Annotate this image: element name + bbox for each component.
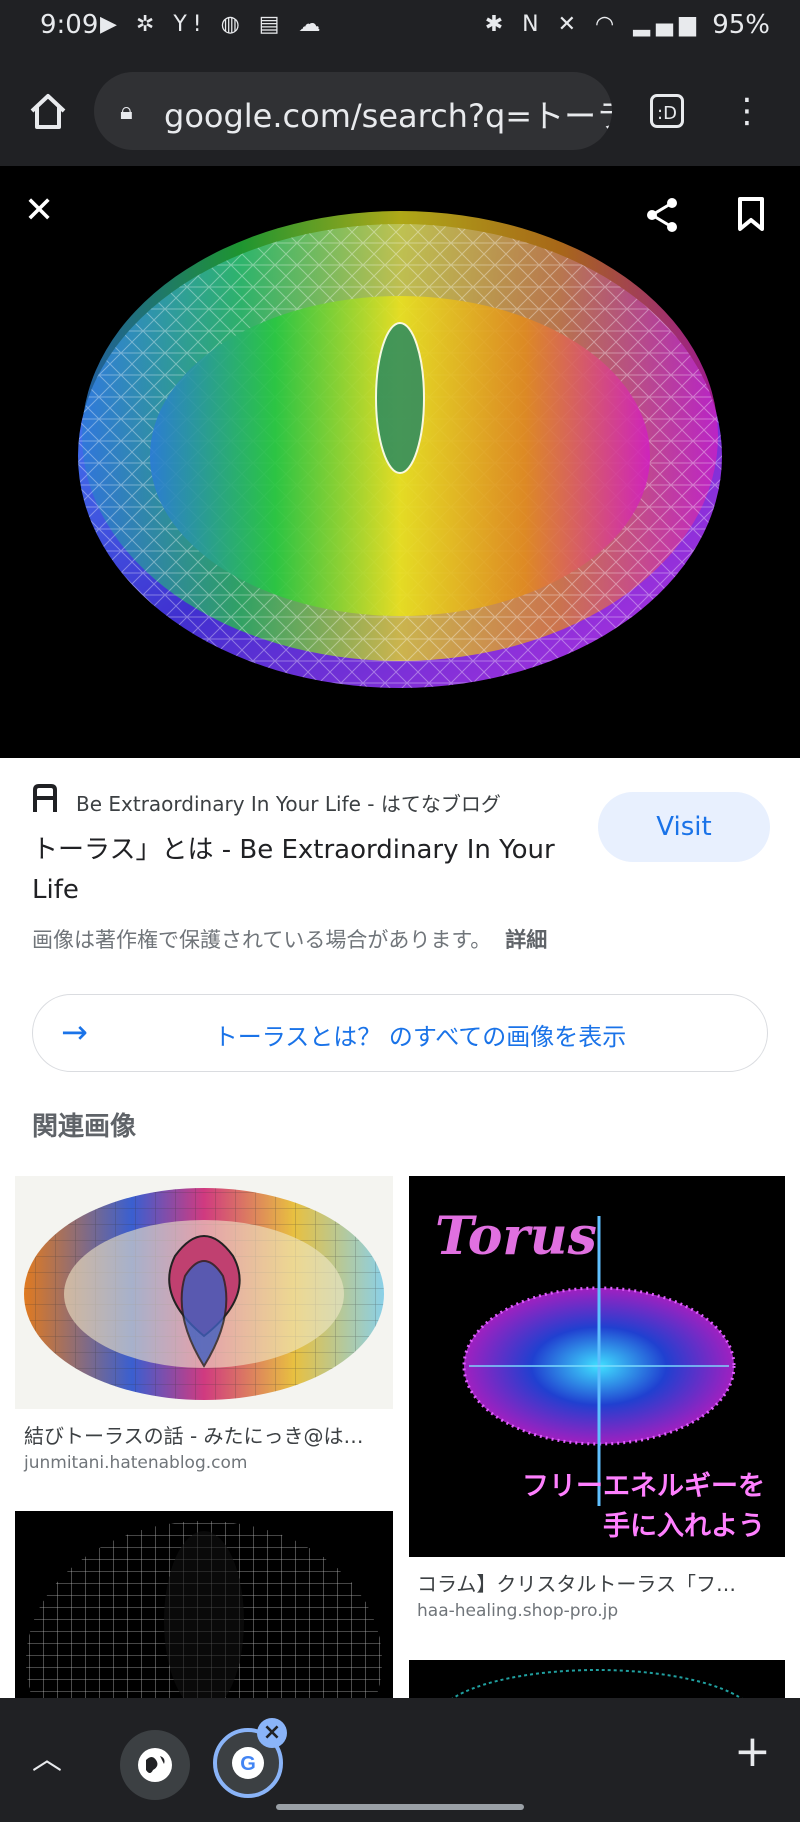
gesture-handle (276, 1804, 524, 1810)
svg-text:G: G (240, 1753, 256, 1775)
status-time: 9:09 (40, 10, 99, 40)
related-caption-1[interactable]: 結びトーラスの話 - みたにっき@は… (24, 1420, 394, 1449)
source-name[interactable]: Be Extraordinary In Your Life - はてなブログ (76, 788, 501, 817)
battery-level: 95% (712, 10, 770, 40)
related-thumb-4[interactable] (409, 1660, 785, 1698)
share-icon[interactable] (644, 196, 682, 234)
browser-toolbar: 🔒︎ google.com/search?q=トーラ :D ⋮ (0, 56, 800, 168)
related-domain-1: junmitani.hatenablog.com (24, 1453, 248, 1473)
related-thumb-knot-torus[interactable] (15, 1176, 393, 1409)
bookmark-icon[interactable] (736, 196, 766, 232)
new-tab-icon[interactable]: + (734, 1726, 771, 1777)
lock-icon: 🔒︎ (120, 97, 133, 125)
system-icons: ✱ N ✕ ◠ ▂▄▆ (484, 12, 702, 37)
home-icon[interactable] (28, 91, 68, 131)
image-viewer: ✕ (0, 166, 800, 758)
related-image-4 (451, 1669, 743, 1698)
torus-image-caption-2: 手に入れよう (603, 1511, 765, 1542)
tab-strip: ︿ G × + (0, 1698, 800, 1822)
view-all-label: トーラスとは？ のすべての画像を表示 (213, 1023, 627, 1051)
address-bar[interactable]: 🔒︎ google.com/search?q=トーラ (94, 72, 612, 150)
result-title[interactable]: トーラス」とは - Be Extraordinary In Your Life (32, 830, 572, 910)
status-bar: 9:09 ▶ ✲ Y! ◍ ▤ ☁ ✱ N ✕ ◠ ▂▄▆ 95% (0, 0, 800, 56)
visit-button[interactable]: Visit (598, 792, 770, 862)
torus-image (78, 211, 722, 688)
related-images-heading: 関連画像 (32, 1112, 137, 1142)
hatena-logo-icon (33, 784, 57, 812)
close-tab-icon[interactable]: × (257, 1718, 287, 1748)
notification-icons: ▶ ✲ Y! ◍ ▤ ☁ (100, 12, 327, 37)
copyright-notice: 画像は著作権で保護されている場合があります。 詳細 (32, 924, 547, 954)
related-domain-2: haa-healing.shop-pro.jp (417, 1601, 619, 1621)
related-thumb-crystal-torus[interactable]: Torus フリーエネルギーを 手に入れよう (409, 1176, 785, 1557)
detail-link[interactable]: 詳細 (505, 928, 547, 952)
close-icon[interactable]: ✕ (24, 190, 54, 231)
torus-image-caption-1: フリーエネルギーを (522, 1471, 765, 1502)
chevron-up-icon[interactable]: ︿ (32, 1734, 62, 1778)
view-all-images-button[interactable]: → トーラスとは？ のすべての画像を表示 (32, 994, 768, 1072)
tab-globe[interactable] (120, 1730, 190, 1800)
knot-torus-image (24, 1188, 384, 1400)
torus-image-title: Torus (435, 1206, 597, 1267)
related-caption-2[interactable]: コラム】クリスタルトーラス「フ… (417, 1568, 779, 1597)
copyright-text: 画像は著作権で保護されている場合があります。 (32, 928, 492, 952)
url-text: google.com/search?q=トーラ (164, 97, 612, 135)
globe-icon (138, 1748, 172, 1782)
related-thumb-wireframe-torus[interactable] (15, 1511, 393, 1698)
wireframe-torus-image (26, 1521, 382, 1698)
overflow-menu-icon[interactable]: ⋮ (730, 86, 764, 136)
tab-switcher-button[interactable]: :D (650, 94, 684, 128)
